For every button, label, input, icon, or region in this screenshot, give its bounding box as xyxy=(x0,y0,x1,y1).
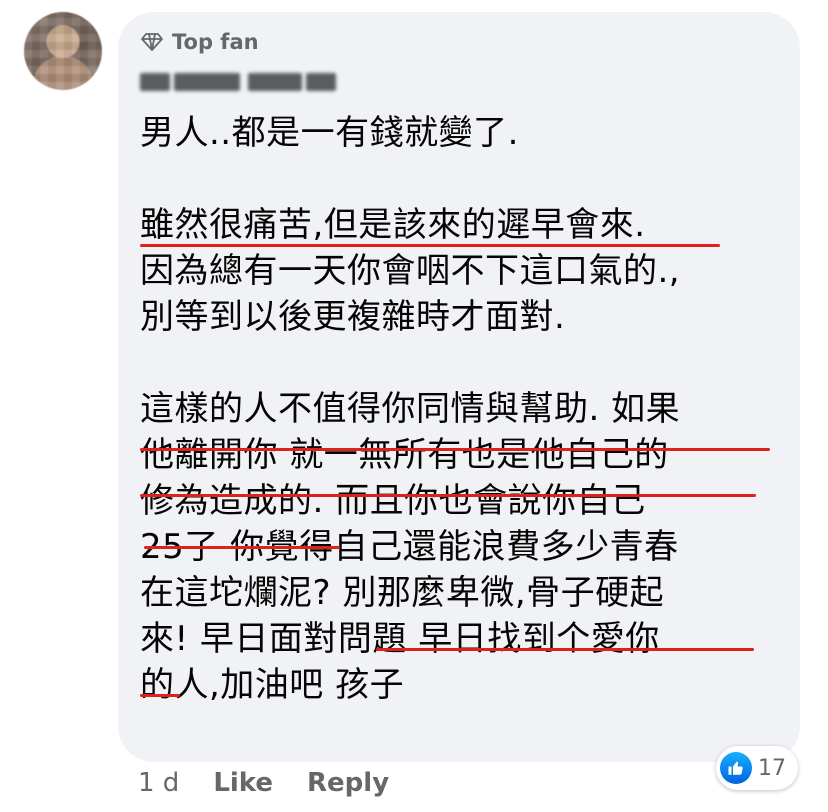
comment-line: 雖然很痛苦,但是該來的遲早會來. xyxy=(140,205,646,245)
highlight-underline xyxy=(140,448,770,451)
like-button[interactable]: Like xyxy=(213,768,273,798)
reaction-count-pill[interactable]: 17 xyxy=(716,746,798,790)
top-fan-badge: Top fan xyxy=(140,28,259,56)
comment-line: 在這坨爛泥? 別那麼卑微,骨子硬起 xyxy=(140,573,665,613)
comment-line: 來! 早日面對問題 早日找到个愛你 xyxy=(140,619,660,659)
comment-text: 男人..都是一有錢就變了. 雖然很痛苦,但是該來的遲早會來. 因為總有一天你會咽… xyxy=(140,110,790,708)
comment-actions: 1 d Like Reply xyxy=(138,768,389,798)
highlight-underline xyxy=(140,244,720,247)
author-name[interactable] xyxy=(140,70,336,94)
reaction-count: 17 xyxy=(758,755,786,781)
comment-line: 這樣的人不值得你同情與幫助. 如果 xyxy=(140,389,681,429)
comment-line: 因為總有一天你會咽不下這口氣的., xyxy=(140,251,681,291)
comment-line: 他離開你 就一無所有也是他自己的 xyxy=(140,435,669,475)
timestamp[interactable]: 1 d xyxy=(138,768,179,798)
comment-line: 男人..都是一有錢就變了. xyxy=(140,113,519,153)
highlight-underline xyxy=(140,494,756,497)
thumbs-up-icon xyxy=(728,761,743,775)
like-reaction-icon xyxy=(720,752,752,784)
comment-line: 別等到以後更複雜時才面對. xyxy=(140,297,566,337)
comment-line: 修為造成的. 而且你也會說你自己 xyxy=(140,481,646,521)
comment-line: 的人,加油吧 孩子 xyxy=(140,665,405,705)
diamond-icon xyxy=(141,33,163,51)
avatar[interactable] xyxy=(24,12,102,90)
highlight-underline xyxy=(144,546,340,549)
highlight-underline xyxy=(376,648,754,651)
badge-label: Top fan xyxy=(172,30,259,54)
highlight-underline xyxy=(140,694,180,697)
reply-button[interactable]: Reply xyxy=(307,768,389,798)
